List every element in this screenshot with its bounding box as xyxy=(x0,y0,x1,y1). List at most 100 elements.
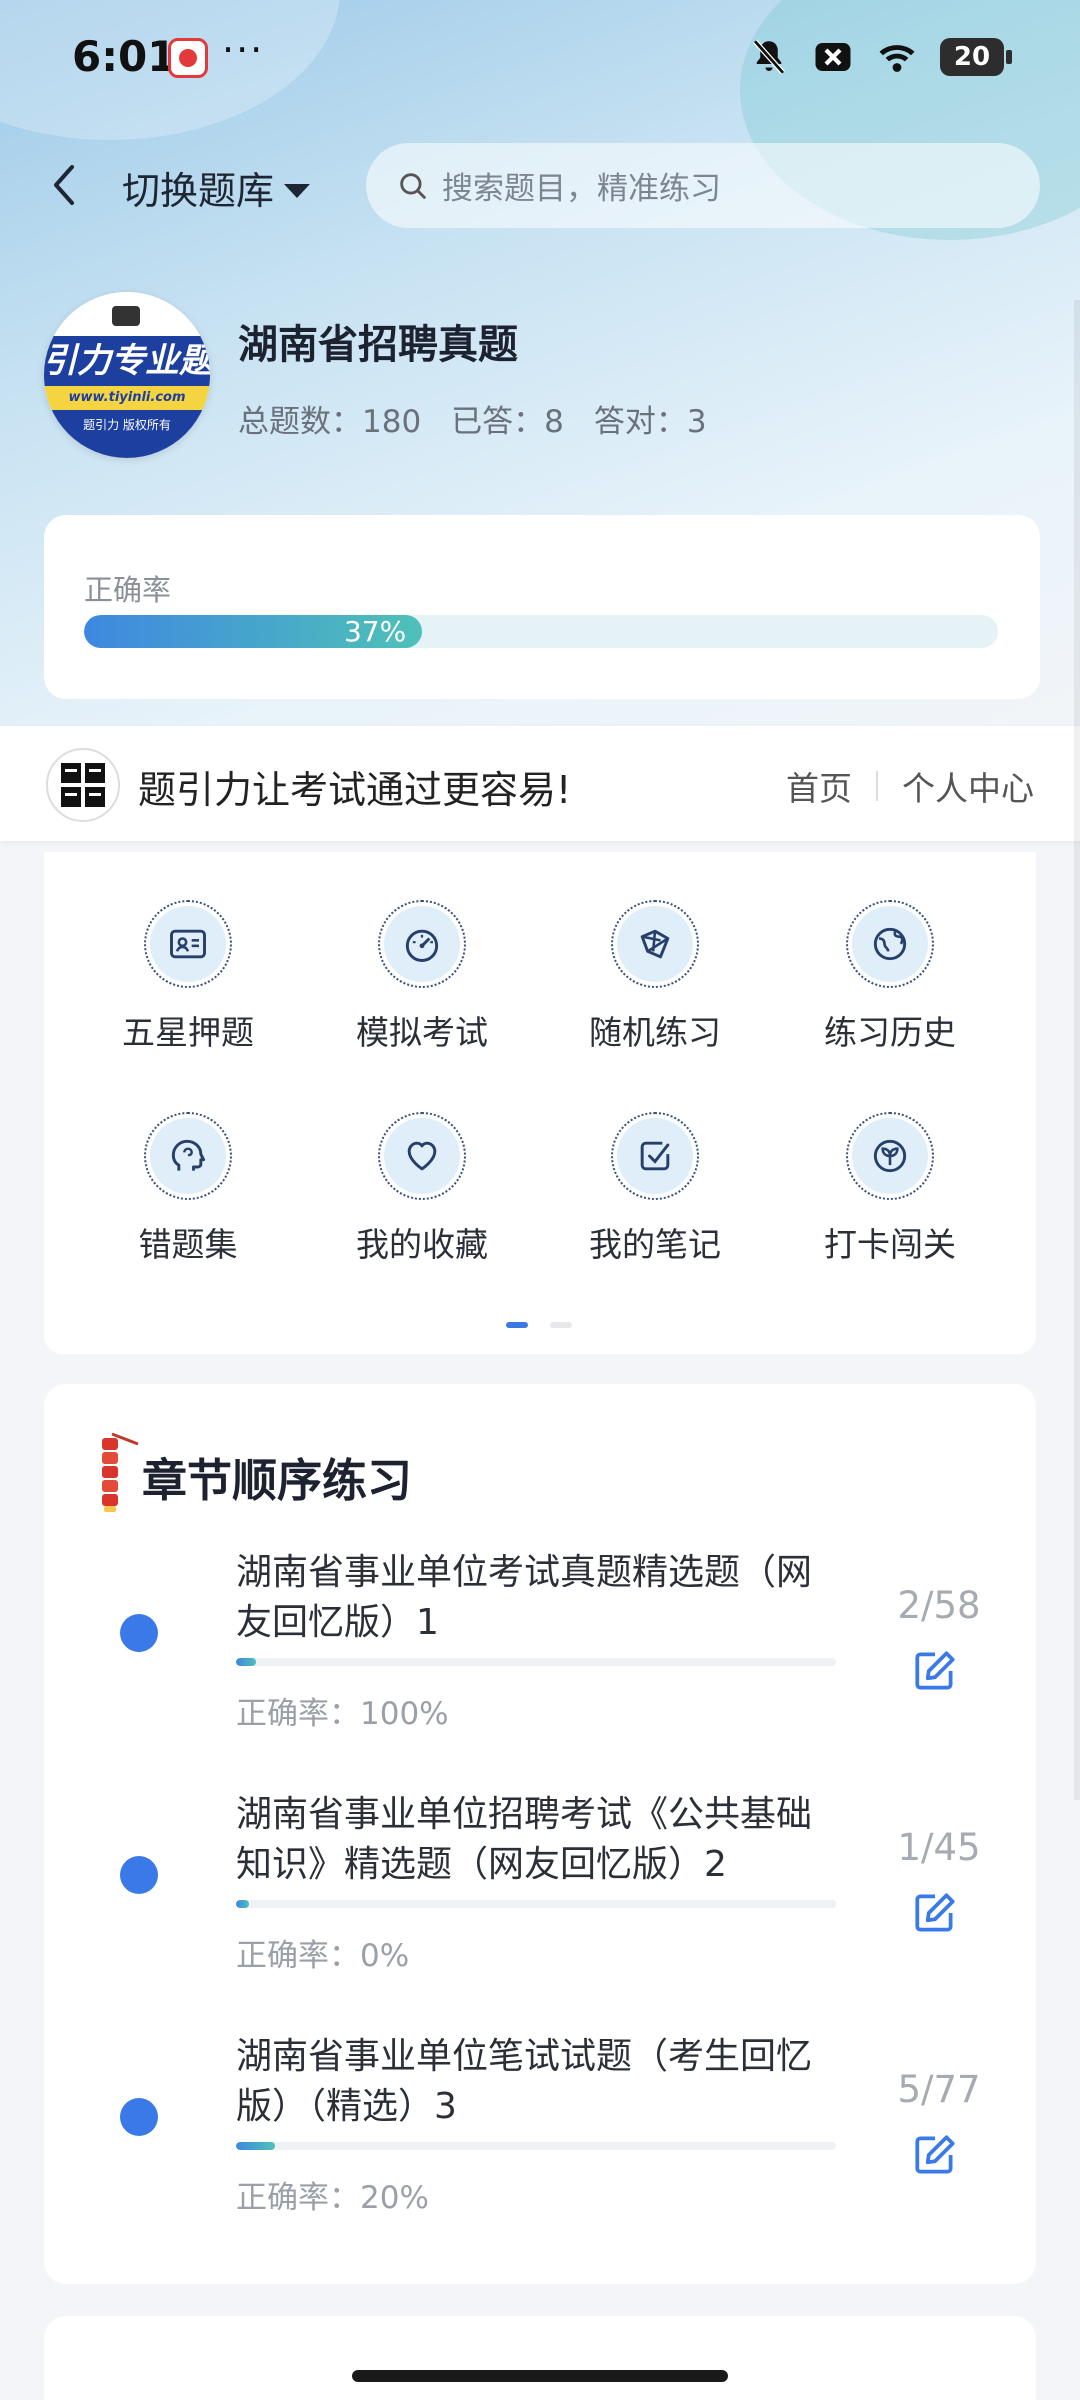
menu-item-mock-exam[interactable]: 模拟考试 xyxy=(322,900,522,1054)
edit-icon[interactable] xyxy=(910,1888,960,1938)
status-bar: 6:01 ··· 20 xyxy=(0,0,1080,118)
pager-dot-active[interactable] xyxy=(506,1322,528,1328)
caret-down-icon xyxy=(284,183,311,198)
chapter-progress-bar xyxy=(236,1658,836,1666)
menu-label: 练习历史 xyxy=(824,1013,956,1052)
accuracy-progress-bar: 37% xyxy=(84,615,998,648)
icon-ring xyxy=(611,900,699,988)
chapter-accuracy: 正确率：0% xyxy=(236,1938,410,1974)
personal-center-link[interactable]: 个人中心 xyxy=(902,762,1034,810)
stat-total: 总题数：180 xyxy=(238,404,422,440)
icon-ring xyxy=(846,900,934,988)
chapter-bullet xyxy=(120,2098,158,2136)
menu-label: 模拟考试 xyxy=(356,1013,488,1052)
chapter-progress-fill xyxy=(236,1658,257,1666)
logo-url: www.tiyinli.com xyxy=(44,386,210,410)
icon-ring xyxy=(144,1112,232,1200)
menu-label: 五星押题 xyxy=(122,1013,254,1052)
menu-label: 随机练习 xyxy=(589,1013,721,1052)
battery-icon: 20 xyxy=(940,38,1012,76)
accuracy-card: 正确率 37% xyxy=(44,515,1040,699)
heart-icon xyxy=(384,1118,460,1194)
icon-ring xyxy=(144,900,232,988)
scrollbar[interactable] xyxy=(1074,300,1080,1800)
chapter-item[interactable]: 湖南省事业单位招聘考试《公共基础知识》精选题（网友回忆版）2 正确率：0% 1/… xyxy=(44,1790,1036,2020)
mute-bell-icon xyxy=(753,39,785,75)
icon-ring xyxy=(378,1112,466,1200)
chapter-bullet xyxy=(120,1614,158,1652)
chapter-name: 湖南省事业单位招聘考试《公共基础知识》精选题（网友回忆版）2 xyxy=(236,1794,813,1885)
chapter-name: 湖南省事业单位考试真题精选题（网友回忆版）1 xyxy=(236,1552,813,1643)
icon-ring xyxy=(846,1112,934,1200)
chapter-practice-card: 章节顺序练习 湖南省事业单位考试真题精选题（网友回忆版）1 正确率：100% 2… xyxy=(44,1384,1036,2284)
feature-grid: 五星押题 模拟考试 随机练习 练习历史 错题集 我的收藏 我的笔记 打卡闯关 xyxy=(44,852,1036,1354)
promo-banner: 题引力让考试通过更容易! 首页 个人中心 xyxy=(0,726,1080,841)
wifi-icon xyxy=(879,45,915,72)
chapter-name: 湖南省事业单位笔试试题（考生回忆版）（精选）3 xyxy=(236,2036,813,2127)
home-link[interactable]: 首页 xyxy=(786,762,852,810)
chapter-item[interactable]: 湖南省事业单位笔试试题（考生回忆版）（精选）3 正确率：20% 5/77 xyxy=(44,2032,1036,2262)
menu-label: 我的收藏 xyxy=(356,1225,488,1264)
banner-slogan: 题引力让考试通过更容易! xyxy=(138,768,572,812)
chapter-accuracy: 正确率：100% xyxy=(236,1696,449,1732)
bank-stats: 总题数：180 已答：8 答对：3 xyxy=(238,396,707,441)
switch-bank-label: 切换题库 xyxy=(122,169,275,213)
menu-item-five-star[interactable]: 五星押题 xyxy=(88,900,288,1054)
speedometer-icon xyxy=(384,906,460,982)
status-icons: 20 xyxy=(748,36,1012,78)
chapter-count: 2/58 xyxy=(897,1584,981,1627)
brand-logo xyxy=(46,748,120,822)
stat-correct: 答对：3 xyxy=(593,404,707,440)
menu-item-practice-history[interactable]: 练习历史 xyxy=(790,900,990,1054)
divider xyxy=(876,771,878,801)
more-notifications-icon: ··· xyxy=(222,28,265,72)
chapter-item[interactable]: 湖南省事业单位考试真题精选题（网友回忆版）1 正确率：100% 2/58 xyxy=(44,1548,1036,1778)
icon-ring xyxy=(378,900,466,988)
accuracy-percent: 37% xyxy=(343,615,407,648)
chapter-count: 5/77 xyxy=(897,2068,981,2111)
logo-copyright: 题引力 版权所有 xyxy=(44,410,210,458)
note-check-icon xyxy=(617,1118,693,1194)
menu-item-random-practice[interactable]: 随机练习 xyxy=(555,900,755,1054)
menu-label: 我的笔记 xyxy=(589,1225,721,1264)
sprout-icon xyxy=(852,1118,928,1194)
search-icon xyxy=(400,172,426,199)
menu-label: 打卡闯关 xyxy=(824,1225,956,1264)
menu-item-favorites[interactable]: 我的收藏 xyxy=(322,1112,522,1266)
chapter-progress-fill xyxy=(236,2142,275,2150)
menu-item-checkin[interactable]: 打卡闯关 xyxy=(790,1112,990,1266)
edit-icon[interactable] xyxy=(910,2130,960,2180)
status-time: 6:01 xyxy=(72,32,177,81)
menu-label: 错题集 xyxy=(138,1225,238,1264)
pager-dot[interactable] xyxy=(550,1322,572,1328)
globe-icon xyxy=(852,906,928,982)
shuffle-icon xyxy=(617,906,693,982)
menu-item-my-notes[interactable]: 我的笔记 xyxy=(555,1112,755,1266)
bank-title: 湖南省招聘真题 xyxy=(238,322,518,368)
back-arrow-icon[interactable] xyxy=(40,155,90,215)
brain-head-icon xyxy=(150,1118,226,1194)
switch-bank-button[interactable]: 切换题库 xyxy=(122,160,311,215)
bank-logo: 引力专业题 www.tiyinli.com 题引力 版权所有 xyxy=(44,292,210,458)
chapter-count: 1/45 xyxy=(897,1826,981,1869)
close-box-icon xyxy=(815,43,851,71)
brand-logo-icon xyxy=(61,763,105,807)
home-indicator[interactable] xyxy=(352,2370,728,2382)
chapter-progress-bar xyxy=(236,1900,836,1908)
logo-title: 引力专业题 xyxy=(44,336,210,386)
edit-icon[interactable] xyxy=(910,1646,960,1696)
grid-pager xyxy=(506,1322,572,1328)
chapter-accuracy: 正确率：20% xyxy=(236,2180,429,2216)
firecracker-icon xyxy=(102,1432,139,1512)
stat-answered: 已答：8 xyxy=(451,404,564,440)
next-section-card xyxy=(44,2316,1036,2400)
search-placeholder: 搜索题目，精准练习 xyxy=(442,171,721,207)
chapter-progress-bar xyxy=(236,2142,836,2150)
icon-ring xyxy=(611,1112,699,1200)
search-input[interactable]: 搜索题目，精准练习 xyxy=(366,143,1040,228)
chapter-bullet xyxy=(120,1856,158,1894)
menu-item-wrong-questions[interactable]: 错题集 xyxy=(88,1112,288,1266)
notification-app-icon xyxy=(168,38,208,78)
accuracy-label: 正确率 xyxy=(84,573,172,607)
chapter-progress-fill xyxy=(236,1900,250,1908)
